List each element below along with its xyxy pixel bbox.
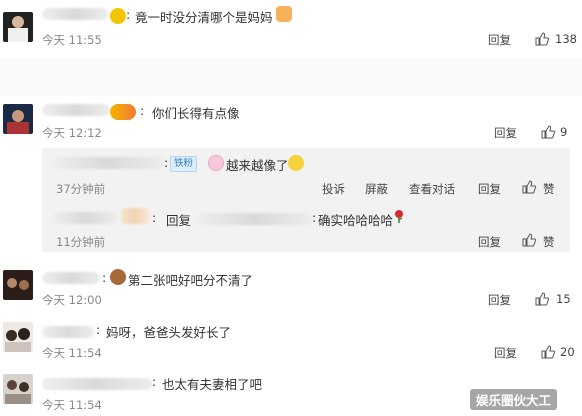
reply-separator: : [164, 155, 169, 170]
blurred-username [52, 212, 118, 224]
like-count: 9 [560, 125, 568, 139]
rose-icon [395, 210, 403, 223]
comment-time: 今天 11:55 [42, 33, 102, 47]
blurred-username [52, 157, 164, 169]
reply-prefix: 回复 [166, 213, 192, 228]
thumbs-up-icon[interactable] [535, 292, 549, 306]
thumbs-up-icon[interactable] [541, 125, 555, 139]
comment-separator: : [152, 374, 157, 389]
report-button[interactable]: 投诉 [322, 181, 345, 197]
like-count: 20 [560, 345, 575, 359]
comment-text: 竟一时没分清哪个是妈妈 [135, 10, 273, 25]
reply-button[interactable]: 回复 [478, 234, 501, 250]
comment-time: 今天 12:12 [42, 126, 102, 140]
thumbs-up-icon[interactable] [522, 180, 536, 194]
view-conversation-button[interactable]: 查看对话 [409, 181, 455, 197]
watermark: 娱乐圈伙大工 [470, 388, 558, 410]
reply-button[interactable]: 回复 [494, 345, 517, 361]
reply-separator: : [152, 210, 157, 225]
fan-badge: 铁粉 [170, 156, 198, 172]
sub-reply-time: 11分钟前 [56, 235, 106, 249]
sub-reply-text: 越来越像了 [226, 158, 289, 173]
reply-button[interactable]: 回复 [488, 32, 511, 48]
comment-time: 今天 11:54 [42, 346, 102, 360]
comment-time: 今天 11:54 [42, 398, 102, 412]
grin-icon [288, 155, 304, 171]
blurred-mention [196, 213, 312, 225]
thumbs-up-icon[interactable] [541, 345, 555, 359]
like-count: 15 [556, 292, 571, 306]
comment-separator: : [126, 7, 131, 22]
heart-badge-icon [110, 104, 136, 120]
reply-button[interactable]: 回复 [488, 292, 511, 308]
bunny-face-icon [208, 155, 224, 171]
block-button[interactable]: 屏蔽 [365, 181, 388, 197]
see-no-evil-monkey-icon [110, 269, 126, 285]
blurred-username [120, 208, 150, 224]
avatar[interactable] [3, 374, 33, 404]
like-count: 138 [555, 32, 577, 46]
avatar[interactable] [3, 322, 33, 352]
thumbs-up-icon[interactable] [522, 233, 536, 247]
avatar[interactable] [3, 270, 33, 300]
reply-separator: : [312, 210, 317, 225]
blurred-username [42, 104, 110, 116]
comment-separator: : [102, 270, 107, 285]
comment-separator: : [96, 322, 101, 337]
comment-text: 你们长得有点像 [152, 106, 240, 121]
reply-button[interactable]: 回复 [478, 181, 501, 197]
reply-button[interactable]: 回复 [494, 125, 517, 141]
blurred-username [42, 326, 94, 338]
comment-time: 今天 12:00 [42, 293, 102, 307]
sub-reply-time: 37分钟前 [56, 182, 106, 196]
like-label[interactable]: 赞 [543, 181, 555, 197]
section-divider [0, 58, 582, 96]
blurred-username [42, 8, 108, 20]
blurred-username [42, 378, 152, 390]
comment-text: 也太有夫妻相了吧 [162, 377, 263, 392]
comment-separator: : [140, 103, 145, 118]
heart-eyes-icon [110, 8, 126, 24]
thumbs-up-icon[interactable] [535, 32, 549, 46]
avatar[interactable] [3, 104, 33, 134]
cat-face-icon [276, 6, 292, 22]
comment-text: 妈呀，爸爸头发好长了 [106, 325, 232, 340]
comment-text: 第二张吧好吧分不清了 [128, 273, 254, 288]
sub-reply-text: 确实哈哈哈哈 [318, 213, 394, 228]
like-label[interactable]: 赞 [543, 234, 555, 250]
watermark-text: 娱乐圈伙大工 [470, 388, 558, 410]
avatar[interactable] [3, 12, 33, 42]
blurred-username [42, 272, 100, 284]
